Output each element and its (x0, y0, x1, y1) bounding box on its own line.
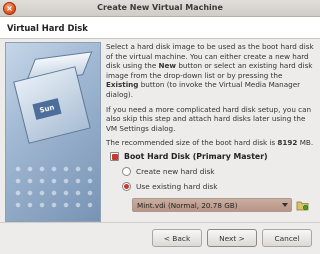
next-button[interactable]: Next > (207, 229, 257, 247)
recommended-size-text: The recommended size of the boot hard di… (106, 138, 314, 148)
radio-selected-dot (124, 184, 129, 189)
radio-use-existing[interactable]: Use existing hard disk (122, 182, 218, 191)
disk-select[interactable]: Mint.vdi (Normal, 20.78 GB) (132, 198, 292, 212)
radio-create-new[interactable]: Create new hard disk (122, 167, 215, 176)
decorative-pattern (12, 163, 96, 213)
radio-button-existing[interactable] (122, 182, 131, 191)
button-separator (0, 222, 320, 223)
cancel-button[interactable]: Cancel (262, 229, 312, 247)
radio-button-create[interactable] (122, 167, 131, 176)
radio-create-label: Create new hard disk (136, 167, 215, 176)
description-paragraph-1: Select a hard disk image to be used as t… (106, 42, 314, 99)
boot-hard-disk-checkbox[interactable] (110, 152, 119, 161)
title-bar: × Create New Virtual Machine (0, 0, 320, 17)
wizard-illustration: Sun (5, 42, 101, 222)
boot-hard-disk-label: Boot Hard Disk (Primary Master) (124, 152, 268, 161)
back-button[interactable]: < Back (152, 229, 202, 247)
description-panel: Select a hard disk image to be used as t… (106, 42, 314, 148)
description-paragraph-2: If you need a more complicated hard disk… (106, 104, 312, 133)
page-title: Virtual Hard Disk (7, 23, 88, 33)
disk-select-value: Mint.vdi (Normal, 20.78 GB) (137, 200, 238, 210)
boot-hard-disk-checkbox-row[interactable]: Boot Hard Disk (Primary Master) (110, 152, 268, 161)
chevron-down-icon[interactable] (279, 199, 291, 211)
folder-icon (296, 201, 309, 210)
radio-existing-label: Use existing hard disk (136, 182, 218, 191)
checkmark-icon (111, 153, 118, 160)
window-title: Create New Virtual Machine (97, 3, 223, 12)
page-header: Virtual Hard Disk (0, 17, 320, 39)
existing-disk-button[interactable] (295, 198, 310, 212)
